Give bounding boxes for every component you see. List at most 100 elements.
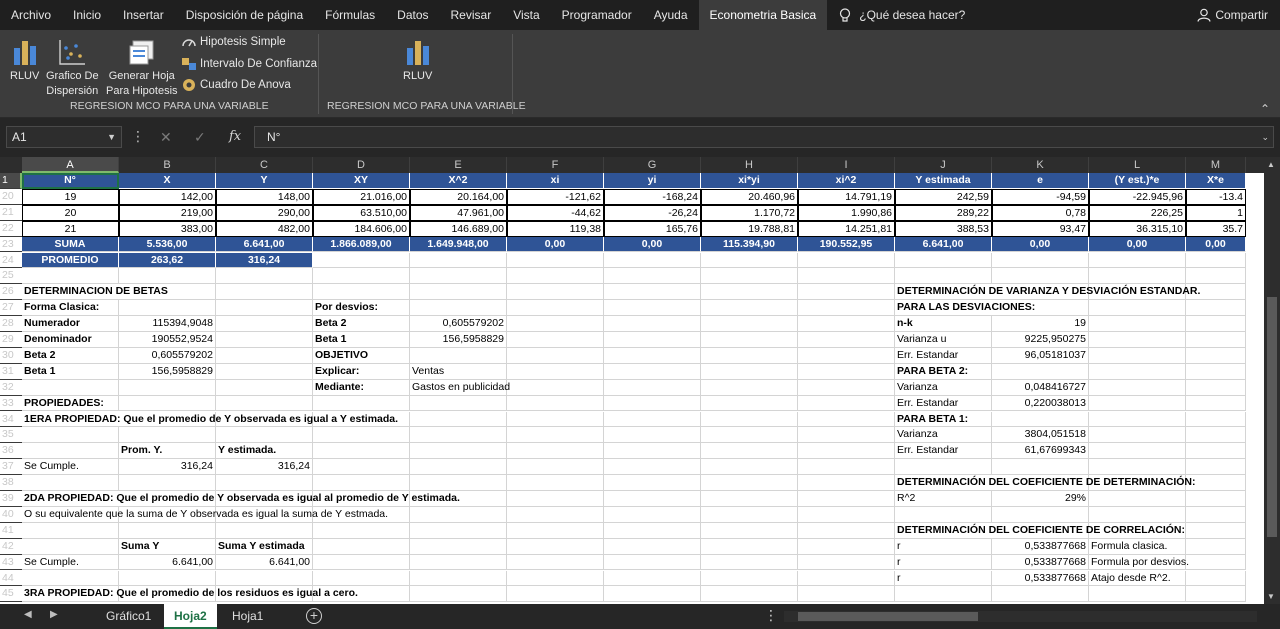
empty-cell[interactable]: [992, 459, 1089, 476]
empty-cell[interactable]: [1089, 252, 1186, 269]
empty-cell[interactable]: [313, 252, 410, 269]
column-header-a[interactable]: A: [22, 157, 119, 173]
empty-cell[interactable]: [410, 570, 507, 587]
empty-cell[interactable]: [895, 379, 992, 396]
empty-cell[interactable]: [701, 443, 798, 460]
empty-cell[interactable]: [1186, 268, 1246, 285]
empty-cell[interactable]: [1089, 491, 1186, 507]
column-header-h[interactable]: H: [701, 157, 798, 173]
row-header-29[interactable]: 29: [0, 332, 22, 348]
row-header-22[interactable]: 22: [0, 221, 22, 237]
empty-cell[interactable]: [313, 538, 410, 555]
empty-cell[interactable]: [798, 475, 895, 491]
empty-cell[interactable]: [604, 491, 701, 507]
empty-cell[interactable]: [604, 379, 701, 396]
row-header-20[interactable]: 20: [0, 189, 22, 205]
empty-cell[interactable]: [1186, 316, 1246, 332]
empty-cell[interactable]: [1186, 459, 1246, 476]
suma-cell[interactable]: 6.641,00: [895, 236, 992, 253]
empty-cell[interactable]: [604, 570, 701, 587]
empty-cell[interactable]: [604, 411, 701, 428]
data-cell[interactable]: 142,00: [119, 188, 216, 205]
data-cell[interactable]: 21.016,00: [313, 188, 410, 205]
data-cell[interactable]: 20.164,00: [410, 188, 507, 205]
row-header-30[interactable]: 30: [0, 348, 22, 364]
intervalo-confianza-button[interactable]: Intervalo De Confianza: [181, 57, 317, 71]
analysis-cell[interactable]: DETERMINACIÓN DEL COEFICIENTE DE CORRELA…: [895, 523, 1246, 539]
empty-cell[interactable]: [119, 475, 216, 491]
promedio-cell[interactable]: 263,62: [119, 252, 216, 269]
data-cell[interactable]: 14.791,19: [798, 188, 895, 205]
data-cell[interactable]: 63.510,00: [313, 204, 410, 221]
empty-cell[interactable]: [604, 427, 701, 444]
empty-cell[interactable]: [410, 475, 507, 491]
empty-cell[interactable]: [798, 284, 895, 301]
empty-cell[interactable]: [313, 554, 410, 571]
empty-cell[interactable]: [701, 284, 798, 301]
header-cell[interactable]: yi: [604, 173, 701, 189]
empty-cell[interactable]: [701, 332, 798, 348]
empty-cell[interactable]: [507, 586, 604, 603]
data-cell[interactable]: 148,00: [216, 188, 313, 205]
tab-archivo[interactable]: Archivo: [0, 0, 62, 30]
header-cell[interactable]: X^2: [410, 173, 507, 189]
empty-cell[interactable]: [507, 506, 604, 523]
empty-cell[interactable]: [1089, 268, 1186, 285]
row-header-43[interactable]: 43: [0, 555, 22, 571]
empty-cell[interactable]: [798, 252, 895, 269]
analysis-cell[interactable]: 96,05181037: [992, 347, 1089, 364]
empty-cell[interactable]: [1186, 506, 1246, 523]
empty-cell[interactable]: [798, 300, 895, 317]
hipotesis-simple-button[interactable]: Hipotesis Simple: [181, 36, 286, 48]
empty-cell[interactable]: [410, 252, 507, 269]
empty-cell[interactable]: [701, 268, 798, 285]
analysis-cell[interactable]: 19: [992, 316, 1089, 332]
data-cell[interactable]: -13.4: [1186, 188, 1246, 205]
empty-cell[interactable]: [1186, 411, 1246, 428]
empty-cell[interactable]: [701, 491, 798, 507]
empty-cell[interactable]: [313, 268, 410, 285]
analysis-cell[interactable]: n-k: [895, 316, 992, 332]
analysis-cell[interactable]: Formula por desvios.: [1089, 554, 1189, 571]
row-header-25[interactable]: 25: [0, 268, 22, 285]
suma-cell[interactable]: 1.649.948,00: [410, 236, 507, 253]
row-header-23[interactable]: 23: [0, 237, 22, 253]
analysis-cell[interactable]: Err. Estandar: [895, 443, 992, 460]
column-header-e[interactable]: E: [410, 157, 507, 173]
suma-cell[interactable]: 5.536,00: [119, 236, 216, 253]
empty-cell[interactable]: [1089, 427, 1186, 444]
worksheet-grid[interactable]: ABCDEFGHIJKLM 1 20 21 22 23 24 25 26 27 28 29 30 31 3…: [0, 157, 1264, 604]
empty-cell[interactable]: [507, 554, 604, 571]
analysis-cell[interactable]: PROPIEDADES:: [22, 395, 119, 412]
header-cell[interactable]: XY: [313, 173, 410, 189]
empty-cell[interactable]: [992, 411, 1089, 428]
tab-insertar[interactable]: Insertar: [112, 0, 175, 30]
row-header-28[interactable]: 28: [0, 316, 22, 332]
row-header-36[interactable]: 36: [0, 443, 22, 460]
empty-cell[interactable]: [1089, 411, 1186, 428]
empty-cell[interactable]: [313, 522, 410, 539]
column-header-k[interactable]: K: [992, 157, 1089, 173]
empty-cell[interactable]: [604, 554, 701, 571]
empty-cell[interactable]: [895, 252, 992, 269]
empty-cell[interactable]: [410, 538, 507, 555]
analysis-cell[interactable]: Err. Estandar: [895, 347, 992, 364]
empty-cell[interactable]: [798, 554, 895, 571]
empty-cell[interactable]: [507, 570, 604, 587]
empty-cell[interactable]: [701, 506, 798, 523]
promedio-cell[interactable]: PROMEDIO: [22, 252, 119, 269]
column-header-m[interactable]: M: [1186, 157, 1246, 173]
column-header-f[interactable]: F: [507, 157, 604, 173]
row-header-42[interactable]: 42: [0, 539, 22, 555]
analysis-cell[interactable]: Gastos en publicidad: [410, 380, 604, 396]
analysis-cell[interactable]: 156,5958829: [119, 363, 216, 380]
empty-cell[interactable]: [410, 459, 507, 476]
analysis-cell[interactable]: 29%: [992, 491, 1089, 507]
empty-cell[interactable]: [798, 443, 895, 460]
empty-cell[interactable]: [313, 459, 410, 476]
scroll-thumb[interactable]: [1267, 297, 1277, 537]
empty-cell[interactable]: [604, 538, 701, 555]
scroll-thumb[interactable]: [798, 612, 978, 621]
empty-cell[interactable]: [507, 252, 604, 269]
empty-cell[interactable]: [798, 363, 895, 380]
